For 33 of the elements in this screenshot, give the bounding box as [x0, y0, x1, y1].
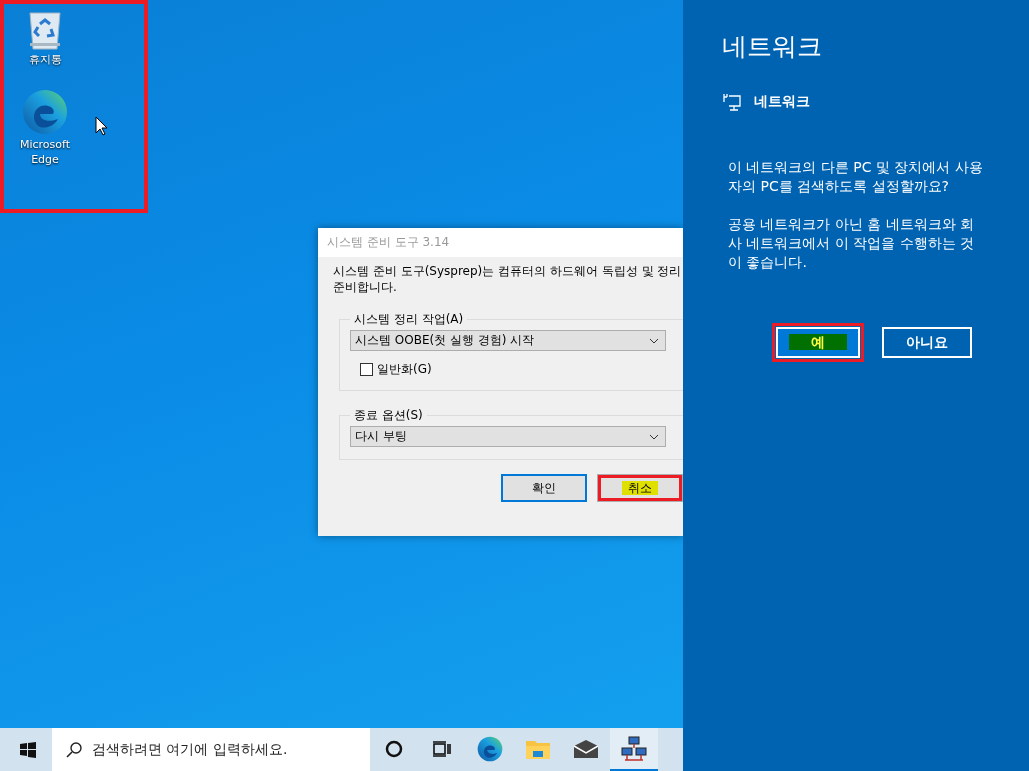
search-icon — [66, 741, 82, 758]
checkbox-label: 일반화(G) — [377, 361, 432, 378]
prompt-text: 이 네트워크의 다른 PC 및 장치에서 사용자의 PC를 검색하도록 설정할까요? — [728, 158, 983, 196]
network-monitor-icon — [722, 93, 742, 111]
icon-label[interactable]: 휴지통 — [10, 52, 80, 67]
chevron-icon — [649, 433, 659, 440]
search-field[interactable]: 검색하려면 여기에 입력하세요. — [52, 728, 370, 771]
group-label: 시스템 정리 작업(A) — [353, 311, 465, 328]
group-label: 종료 옵션(S) — [353, 407, 424, 424]
dropdown[interactable]: 시스템 OOBE(첫 실행 경험) 시작 — [350, 330, 666, 351]
recycle-bin-icon[interactable] — [28, 10, 62, 52]
network-name: 네트워크 — [754, 93, 810, 111]
windows-start-icon[interactable] — [20, 741, 36, 758]
panel-title: 네트워크 — [722, 31, 823, 63]
dropdown[interactable]: 다시 부팅 — [350, 426, 666, 447]
circle-icon[interactable] — [385, 739, 403, 758]
window-title: 시스템 준비 도구 3.14 — [318, 228, 683, 257]
edge-icon[interactable] — [20, 87, 70, 137]
chevron-icon — [649, 337, 659, 344]
edge-icon[interactable] — [476, 734, 504, 763]
envelope-icon[interactable] — [573, 738, 599, 759]
no-button[interactable]: 아니요 — [882, 327, 972, 358]
computers-icon[interactable] — [621, 735, 647, 762]
dialog-button[interactable]: 확인 — [501, 474, 587, 502]
folder-icon[interactable] — [526, 738, 550, 759]
checkbox[interactable] — [360, 363, 373, 376]
description-text: 시스템 준비 도구(Sysprep)는 컴퓨터의 하드웨어 독립성 및 정리 준비합니다. — [333, 263, 683, 295]
prompt-text: 공용 네트워크가 아닌 홈 네트워크와 회사 네트워크에서 이 작업을 수행하는 것이 좋습니다. — [728, 215, 976, 272]
dialog-button[interactable]: 취소 — [597, 474, 683, 502]
yes-button[interactable]: 예 — [776, 327, 860, 358]
task-view-icon[interactable] — [433, 740, 451, 757]
mouse-cursor-icon — [95, 116, 108, 136]
icon-label[interactable]: Microsoft Edge — [10, 137, 80, 167]
